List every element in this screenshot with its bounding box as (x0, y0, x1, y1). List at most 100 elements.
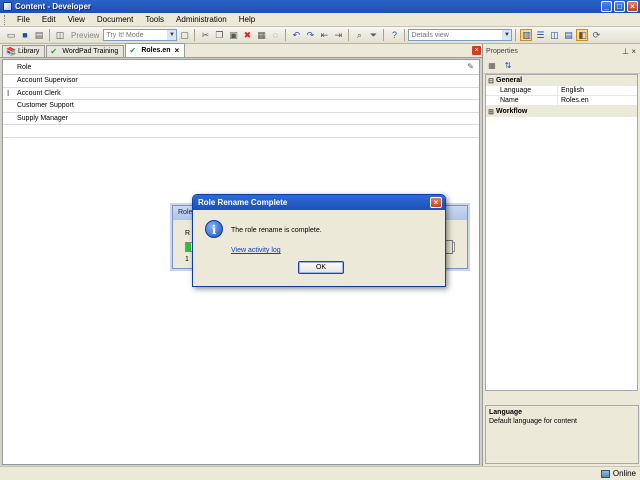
toolbar-separator (383, 29, 385, 41)
connection-status: Online (600, 469, 636, 478)
help-icon[interactable]: ? (388, 29, 400, 41)
redo-icon[interactable]: ↷ (304, 29, 316, 41)
rename-complete-dialog: Role Rename Complete × i The role rename… (192, 194, 446, 287)
properties-toolbar: ▦ ⇅ (483, 58, 640, 74)
property-row-language[interactable]: Language English (486, 86, 637, 96)
open-folder-icon[interactable]: ▭ (5, 29, 17, 41)
library-icon: 📚 (6, 46, 16, 56)
mode-select[interactable]: Try It! Mode ▼ (103, 29, 178, 41)
pane-pin-close-icons[interactable]: ⊥ × (622, 47, 636, 56)
category-workflow[interactable]: ⊞ Workflow (486, 106, 637, 117)
view-select[interactable]: Details view ▼ (408, 29, 513, 41)
dialog-close-button[interactable]: × (430, 197, 442, 208)
delete-icon[interactable]: ✖ (241, 29, 253, 41)
split-layout-icon[interactable]: ◫ (548, 29, 560, 41)
properties-pane-icon[interactable]: ◧ (576, 29, 589, 41)
menu-edit[interactable]: Edit (36, 15, 62, 24)
progress-dialog-button[interactable] (445, 240, 453, 254)
paste-icon[interactable]: ▣ (227, 29, 239, 41)
refresh-icon[interactable]: ◌ (269, 29, 281, 41)
description-title: Language (489, 409, 523, 416)
main-toolbar: ▭ ■ ▤ ◫ Preview Try It! Mode ▼ ▢ ✂ ❐ ▣ ✖… (0, 27, 640, 44)
sync-icon[interactable]: ⟳ (590, 29, 602, 41)
table-row[interactable]: Supply Manager (3, 113, 479, 125)
menu-bar: File Edit View Document Tools Administra… (0, 13, 640, 27)
minimize-button[interactable]: _ (601, 1, 612, 12)
info-icon: i (205, 220, 223, 238)
category-label: General (496, 77, 523, 84)
category-general[interactable]: ⊟ General (486, 75, 637, 86)
save-icon[interactable]: ■ (19, 29, 31, 41)
indent-icon[interactable]: ⇤ (318, 29, 330, 41)
tab-label: Roles.en (141, 47, 171, 54)
preview-button[interactable]: Preview (67, 29, 103, 41)
window-controls: _ □ × (601, 1, 638, 12)
print-icon[interactable]: ▤ (33, 29, 45, 41)
property-value[interactable]: Roles.en (558, 96, 589, 105)
close-button[interactable]: × (627, 1, 638, 12)
property-value[interactable]: English (558, 86, 584, 95)
categorized-icon[interactable]: ▦ (486, 60, 498, 72)
table-row[interactable]: I Account Clerk (3, 88, 479, 100)
table-row[interactable]: Customer Support (3, 100, 479, 113)
page-icon[interactable]: ▢ (178, 29, 190, 41)
menu-view[interactable]: View (62, 15, 91, 24)
maximize-button[interactable]: □ (614, 1, 625, 12)
progress-fill (186, 243, 192, 251)
list-layout-icon[interactable]: ☰ (534, 29, 546, 41)
progress-label: R (185, 230, 191, 237)
undo-icon[interactable]: ↶ (290, 29, 302, 41)
role-cell: Account Clerk (17, 89, 61, 97)
menu-document[interactable]: Document (91, 15, 139, 24)
menu-grip[interactable] (4, 14, 7, 25)
tab-library[interactable]: 📚 Library (2, 45, 46, 57)
sort-az-icon[interactable]: ⇅ (502, 60, 514, 72)
ok-button[interactable]: OK (298, 261, 344, 274)
network-icon (600, 469, 610, 478)
table-row[interactable]: Account Supervisor (3, 75, 479, 88)
menu-tools[interactable]: Tools (139, 15, 170, 24)
collapse-icon[interactable]: ⊟ (486, 77, 496, 85)
view-select-value: Details view (411, 31, 449, 39)
property-key: Language (486, 86, 558, 95)
cut-icon[interactable]: ✂ (199, 29, 211, 41)
columns-layout-icon[interactable]: ▤ (562, 29, 574, 41)
online-status: Online (612, 469, 636, 478)
copy-icon[interactable]: ❐ (213, 29, 225, 41)
filter-icon[interactable]: ⏷ (367, 29, 379, 41)
find-icon[interactable]: ⌕ (353, 29, 365, 41)
toolbar-separator (49, 29, 50, 41)
new-row[interactable] (3, 125, 479, 138)
menu-administration[interactable]: Administration (170, 15, 233, 24)
status-bar: Online (0, 466, 640, 480)
edit-icon[interactable]: ✎ (467, 62, 474, 71)
dialog-titlebar: Role Rename Complete × (193, 195, 445, 210)
properties-icon[interactable]: ▦ (255, 29, 267, 41)
details-layout-icon[interactable]: ▥ (520, 29, 533, 41)
role-cell: Account Supervisor (17, 77, 78, 84)
menu-file[interactable]: File (11, 15, 36, 24)
property-key: Name (486, 96, 558, 105)
properties-pane: Properties ⊥ × ▦ ⇅ ⊟ General Language En… (482, 44, 640, 466)
tab-wordpad-training[interactable]: ✔ WordPad Training (46, 45, 125, 57)
property-row-name[interactable]: Name Roles.en (486, 96, 637, 106)
check-icon: ✔ (129, 45, 137, 55)
window-titlebar: Content - Developer _ □ × (0, 0, 640, 13)
progress-text: 1 (185, 256, 189, 263)
toolbar-separator (348, 29, 350, 41)
preview-icon[interactable]: ◫ (54, 29, 66, 41)
tab-roles-en[interactable]: ✔ Roles.en × (125, 43, 186, 57)
document-close-icon[interactable]: × (472, 46, 481, 55)
toolbar-separator (404, 29, 406, 41)
menu-help[interactable]: Help (233, 15, 261, 24)
chevron-down-icon: ▼ (502, 30, 512, 40)
outdent-icon[interactable]: ⇥ (332, 29, 344, 41)
view-activity-log-link[interactable]: View activity log (231, 247, 281, 254)
category-label: Workflow (496, 108, 528, 115)
tab-close-icon[interactable]: × (175, 46, 180, 55)
expand-icon[interactable]: ⊞ (486, 108, 496, 116)
check-icon: ✔ (50, 46, 58, 56)
property-description: Language Default language for content (485, 405, 639, 464)
properties-title-bar: Properties ⊥ × (483, 44, 640, 58)
column-header-role[interactable]: Role (17, 64, 31, 71)
